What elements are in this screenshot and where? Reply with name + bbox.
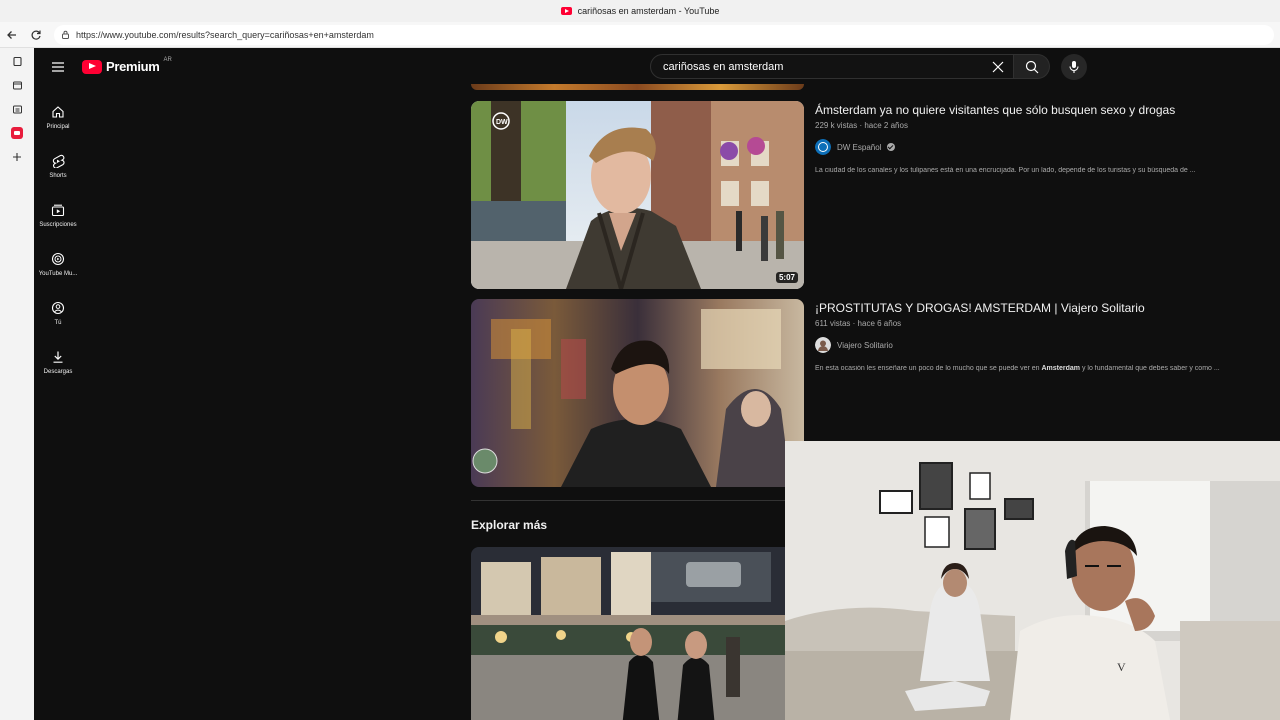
you-icon xyxy=(50,300,66,316)
previous-result-thumbnail[interactable] xyxy=(471,84,804,90)
add-tab-icon[interactable] xyxy=(10,150,24,164)
publish-age: hace 2 años xyxy=(864,121,908,130)
video-result[interactable]: DW 5:07 Ámsterdam ya no quiere visitante… xyxy=(471,101,1271,289)
channel-info[interactable]: Viajero Solitario xyxy=(815,337,893,353)
search-button[interactable] xyxy=(1014,54,1050,79)
youtube-music-icon xyxy=(50,251,66,267)
browser-sidebar xyxy=(0,48,34,720)
guide-label: Tú xyxy=(54,319,62,326)
youtube-logo-icon xyxy=(82,59,102,74)
tab-title: cariñosas en amsterdam - YouTube xyxy=(577,6,720,16)
explore-more-heading: Explorar más xyxy=(471,518,548,532)
publish-age: hace 6 años xyxy=(857,319,902,328)
verified-badge-icon xyxy=(887,143,896,151)
clear-search-button[interactable] xyxy=(989,58,1007,76)
channel-avatar[interactable] xyxy=(815,139,831,155)
masthead: Premium AR cariñosas en amsterdam xyxy=(34,48,1280,86)
video-metadata: 611 vistas · hace 6 años xyxy=(815,319,902,328)
video-thumbnail[interactable]: DW 5:07 xyxy=(471,101,804,289)
home-icon xyxy=(50,104,66,120)
history-icon[interactable] xyxy=(10,78,24,92)
guide-item-tu[interactable]: Tú xyxy=(34,288,82,337)
dw-watermark: DW xyxy=(496,119,508,126)
youtube-premium-logo[interactable]: Premium AR xyxy=(82,56,172,74)
guide-item-suscripciones[interactable]: Suscripciones xyxy=(34,190,82,239)
video-description: La ciudad de los canales y los tulipanes… xyxy=(815,167,1196,174)
search-icon xyxy=(1025,60,1038,73)
guide-item-descargas[interactable]: Descargas xyxy=(34,337,82,386)
browser-titlebar: cariñosas en amsterdam - YouTube xyxy=(0,0,1280,22)
tabs-icon[interactable] xyxy=(10,54,24,68)
youtube-favicon-icon xyxy=(560,7,572,15)
search-input[interactable]: cariñosas en amsterdam xyxy=(650,54,1014,79)
guide-label: Principal xyxy=(46,123,70,130)
close-icon xyxy=(992,61,1004,73)
video-title[interactable]: ¡PROSTITUTAS Y DROGAS! AMSTERDAM | Viaje… xyxy=(815,301,1145,315)
video-duration: 5:07 xyxy=(775,272,798,283)
microphone-icon xyxy=(1069,61,1079,73)
logo-region: AR xyxy=(163,56,172,63)
channel-avatar[interactable] xyxy=(815,337,831,353)
video-thumbnail[interactable] xyxy=(471,547,804,720)
video-metadata: 229 k vistas · hace 2 años xyxy=(815,121,908,130)
logo-text: Premium xyxy=(106,59,160,74)
guide-item-shorts[interactable]: Shorts xyxy=(34,141,82,190)
subscriptions-icon xyxy=(50,202,66,218)
youtube-pinned-tab-icon[interactable] xyxy=(10,126,24,140)
video-thumbnail[interactable]: 3 xyxy=(471,299,804,487)
video-title[interactable]: Ámsterdam ya no quiere visitantes que só… xyxy=(815,103,1175,117)
view-count: 611 vistas xyxy=(815,319,851,328)
arrow-left-icon xyxy=(7,30,16,39)
back-button[interactable] xyxy=(0,23,24,47)
voice-search-button[interactable] xyxy=(1061,54,1087,80)
video-description: En esta ocasión les enseñare un poco de … xyxy=(815,365,1220,372)
guide-label: YouTube Mu... xyxy=(38,270,78,277)
webcam-overlay: V xyxy=(785,441,1280,720)
hamburger-icon xyxy=(52,62,64,72)
site-info-icon[interactable] xyxy=(60,30,70,40)
shorts-icon xyxy=(50,153,66,169)
guide-menu-button[interactable] xyxy=(48,57,68,77)
browser-toolbar: https://www.youtube.com/results?search_q… xyxy=(0,22,1280,48)
channel-name[interactable]: DW Español xyxy=(837,143,881,152)
collections-icon[interactable] xyxy=(10,102,24,116)
guide-label: Descargas xyxy=(43,368,73,375)
channel-name[interactable]: Viajero Solitario xyxy=(837,341,893,350)
guide-item-youtube-music[interactable]: YouTube Mu... xyxy=(34,239,82,288)
svg-text:V: V xyxy=(1117,660,1126,674)
reload-icon xyxy=(31,30,41,40)
download-icon xyxy=(50,349,66,365)
guide-label: Suscripciones xyxy=(39,221,77,228)
address-bar[interactable]: https://www.youtube.com/results?search_q… xyxy=(54,24,1274,45)
channel-info[interactable]: DW Español xyxy=(815,139,896,155)
view-count: 229 k vistas xyxy=(815,121,858,130)
reload-button[interactable] xyxy=(24,23,48,47)
url-text: https://www.youtube.com/results?search_q… xyxy=(76,29,374,40)
guide-label: Shorts xyxy=(49,172,67,179)
search-query-text: cariñosas en amsterdam xyxy=(663,60,784,73)
mini-guide: Principal Shorts Suscripciones YouTube M… xyxy=(34,92,82,386)
guide-item-principal[interactable]: Principal xyxy=(34,92,82,141)
